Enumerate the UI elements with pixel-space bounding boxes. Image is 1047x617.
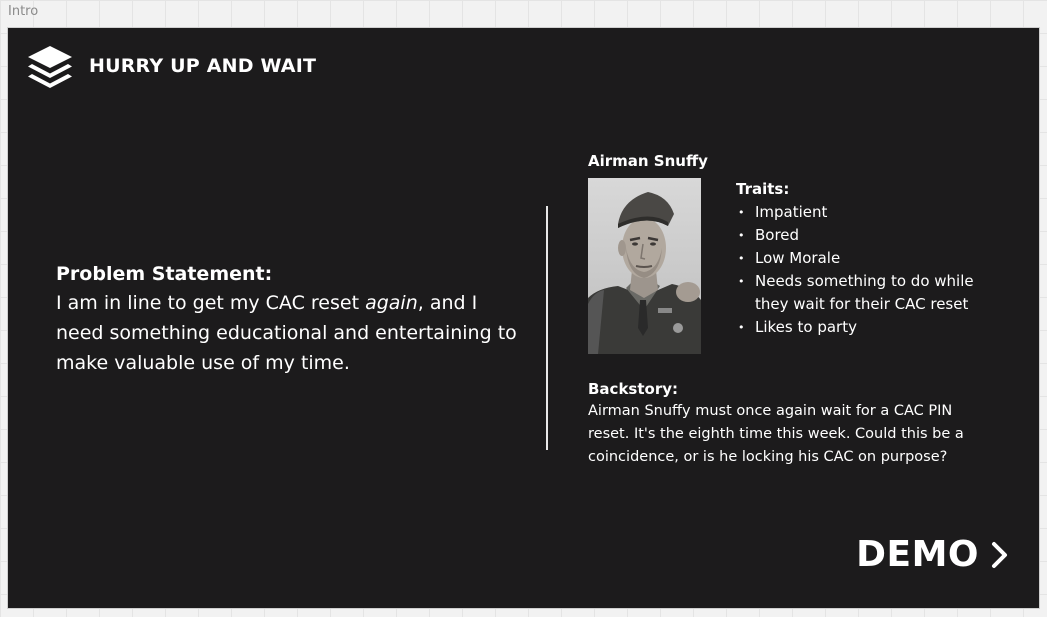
frame-label[interactable]: Intro: [8, 4, 38, 19]
trait-item: Impatient: [736, 201, 996, 224]
problem-statement: Problem Statement: I am in line to get m…: [56, 260, 526, 378]
traits-list: Impatient Bored Low Morale Needs somethi…: [736, 201, 996, 339]
trait-item: Low Morale: [736, 247, 996, 270]
problem-heading: Problem Statement:: [56, 263, 273, 285]
trait-item: Likes to party: [736, 316, 996, 339]
demo-link[interactable]: DEMO: [856, 534, 1009, 575]
trait-item: Needs something to do while they wait fo…: [736, 270, 996, 316]
backstory-heading: Backstory:: [588, 380, 678, 398]
app-title: HURRY UP AND WAIT: [89, 55, 317, 77]
persona-name: Airman Snuffy: [588, 152, 708, 170]
problem-emphasis: again: [365, 292, 418, 314]
vertical-divider: [546, 206, 548, 450]
trait-item: Bored: [736, 224, 996, 247]
persona-photo: [588, 178, 701, 354]
problem-text: I am in line to get my CAC reset again, …: [56, 292, 517, 374]
traits-heading: Traits:: [736, 180, 790, 198]
backstory: Backstory: Airman Snuffy must once again…: [588, 379, 988, 469]
traits: Traits: Impatient Bored Low Morale Needs…: [736, 179, 996, 339]
chevron-right-icon[interactable]: [991, 541, 1009, 569]
demo-label[interactable]: DEMO: [856, 534, 979, 575]
intro-slide: HURRY UP AND WAIT Problem Statement: I a…: [8, 28, 1039, 608]
layers-icon: [28, 46, 72, 88]
backstory-text: Airman Snuffy must once again wait for a…: [588, 403, 964, 465]
